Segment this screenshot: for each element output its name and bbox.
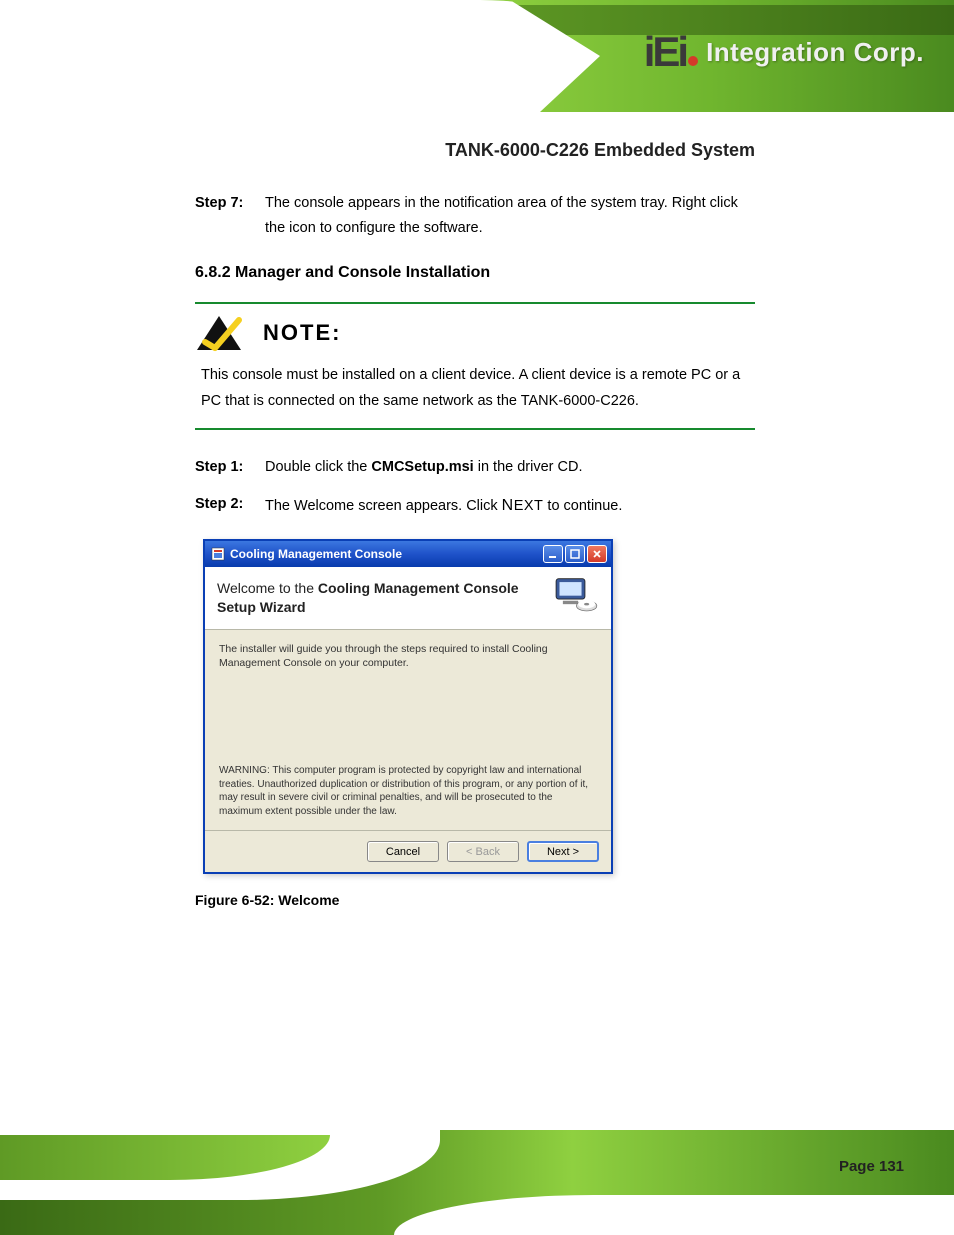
logo-dot-icon (688, 56, 698, 66)
page-content: TANK-6000-C226 Embedded System Step 7: T… (195, 140, 755, 908)
step-label: Step 1: (195, 455, 265, 480)
note-icon (195, 314, 243, 352)
section-heading: 6.8.2 Manager and Console Installation (195, 264, 755, 282)
maximize-button[interactable] (565, 545, 585, 563)
setup-computer-icon (551, 577, 599, 619)
step-item: Step 1: Double click the CMCSetup.msi in… (195, 455, 755, 480)
dialog-header: Welcome to the Cooling Management Consol… (205, 567, 611, 630)
note-label: NOTE: (263, 320, 341, 346)
document-title: TANK-6000-C226 Embedded System (195, 140, 755, 161)
step-label: Step 7: (195, 191, 265, 240)
next-button[interactable]: Next > (527, 841, 599, 862)
bottom-banner (0, 1130, 954, 1235)
bottom-swoosh-2 (394, 1195, 954, 1235)
titlebar-title: Cooling Management Console (230, 547, 543, 561)
step-text: The console appears in the notification … (265, 191, 755, 240)
step-label: Step 2: (195, 492, 265, 519)
top-banner: iEi Integration Corp. (0, 0, 954, 112)
logo-sub: Integration Corp. (706, 37, 924, 68)
dialog-screenshot: Cooling Management Console Welcome to th… (203, 539, 755, 874)
dialog-warning-text: WARNING: This computer program is protec… (219, 764, 597, 818)
step-list-a: Step 7: The console appears in the notif… (195, 191, 755, 240)
step-item: Step 7: The console appears in the notif… (195, 191, 755, 240)
page-number: Page 131 (839, 1158, 904, 1175)
cancel-button[interactable]: Cancel (367, 841, 439, 862)
maximize-icon (570, 549, 580, 559)
top-swoosh-2 (0, 25, 540, 115)
dialog-body: The installer will guide you through the… (205, 630, 611, 830)
step-text: The Welcome screen appears. Click NEXT t… (265, 492, 755, 519)
dialog-footer: Cancel < Back Next > (205, 830, 611, 872)
minimize-button[interactable] (543, 545, 563, 563)
installer-icon (211, 547, 225, 561)
step-text: Double click the CMCSetup.msi in the dri… (265, 455, 755, 480)
logo-main: iEi (644, 28, 698, 76)
window-buttons (543, 545, 607, 563)
close-icon (592, 549, 602, 559)
step-item: Step 2: The Welcome screen appears. Clic… (195, 492, 755, 519)
step-list-b: Step 1: Double click the CMCSetup.msi in… (195, 455, 755, 519)
dialog-welcome-text: Welcome to the Cooling Management Consol… (217, 579, 551, 617)
figure-caption: Figure 6-52: Welcome (195, 892, 755, 908)
note-box: NOTE: This console must be installed on … (195, 302, 755, 430)
note-text: This console must be installed on a clie… (201, 362, 755, 414)
close-button[interactable] (587, 545, 607, 563)
back-button[interactable]: < Back (447, 841, 519, 862)
installer-dialog: Cooling Management Console Welcome to th… (203, 539, 613, 874)
brand-logo: iEi Integration Corp. (644, 28, 924, 76)
titlebar: Cooling Management Console (205, 541, 611, 567)
dialog-body-text: The installer will guide you through the… (219, 642, 597, 670)
minimize-icon (548, 550, 558, 558)
